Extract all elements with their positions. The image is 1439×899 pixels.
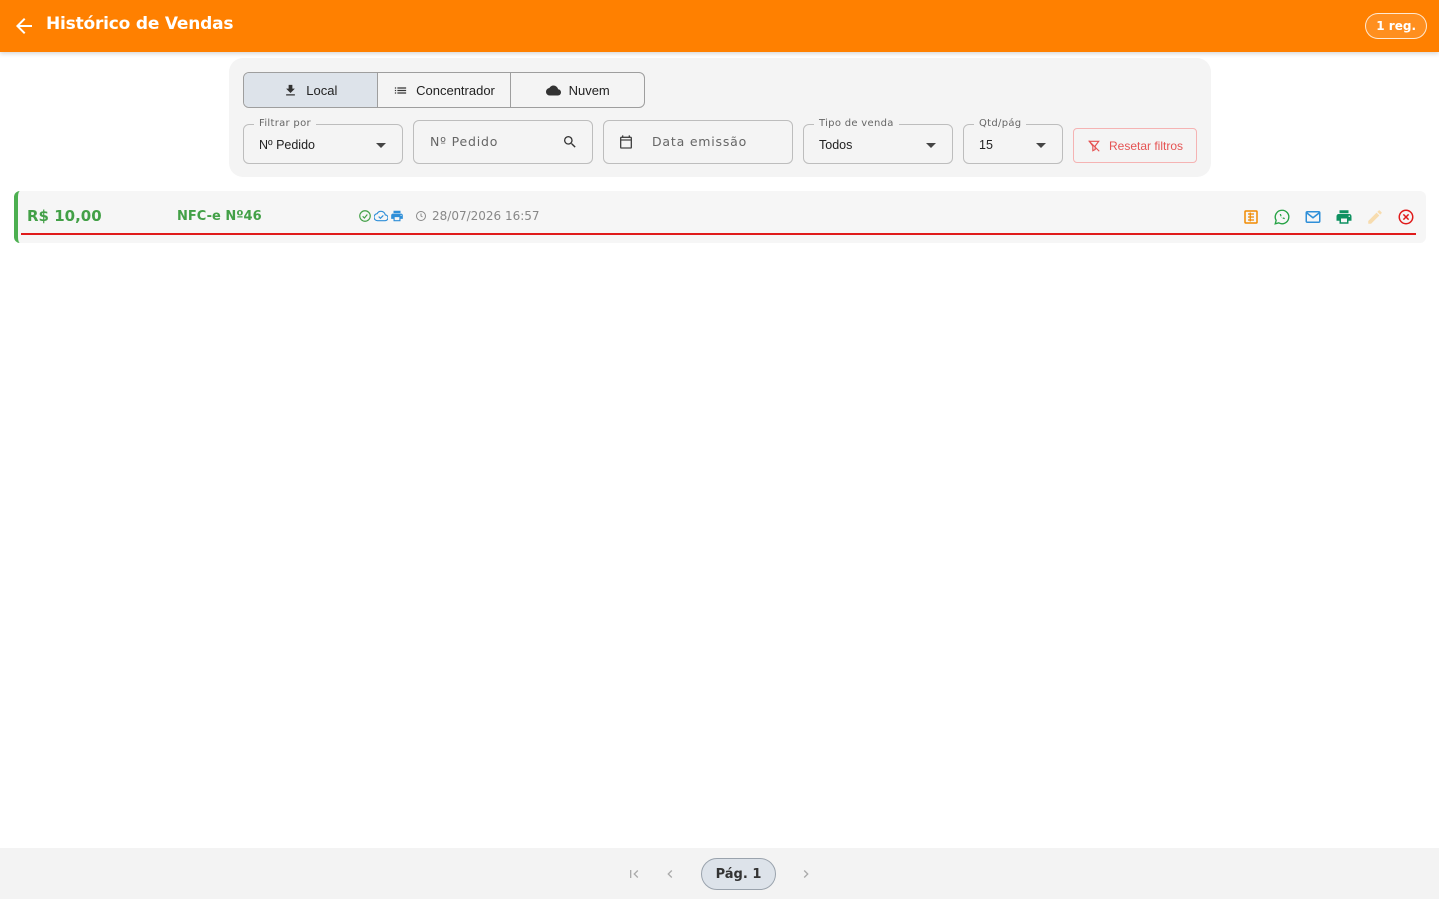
record-count-badge: 1 reg. [1365,13,1427,39]
current-page-chip[interactable]: Pág. 1 [701,858,776,890]
sale-datetime-text: 28/07/2026 16:57 [432,209,540,223]
chevron-down-icon [1036,143,1046,148]
sale-row-divider [21,233,1416,235]
cancel-icon [1398,209,1414,225]
page-title: Histórico de Vendas [46,14,234,34]
cloud-done-icon [374,210,388,222]
order-search-placeholder: Nº Pedido [430,134,499,149]
filter-panel: Local Concentrador Nuvem Filtrar por Nº … [229,58,1211,177]
calendar-icon [620,135,632,149]
print-button[interactable] [1334,207,1354,227]
edit-icon [1368,210,1382,224]
tab-nuvem[interactable]: Nuvem [511,73,644,107]
edit-button[interactable] [1365,207,1385,227]
cloud-icon [545,85,561,95]
tab-concentrador-label: Concentrador [416,82,495,98]
sale-type-value: Todos [819,138,853,152]
sale-datetime: 28/07/2026 16:57 [415,209,540,223]
tab-nuvem-label: Nuvem [568,82,610,98]
sale-status-icons [358,209,404,223]
reset-filters-label: Resetar filtros [1108,138,1184,153]
first-page-icon [630,870,639,878]
list-icon [394,86,407,94]
check-circle-icon [359,210,371,222]
filter-by-label: Filtrar por [254,118,316,129]
email-icon [1305,211,1321,223]
emission-date-placeholder: Data emissão [652,134,748,149]
sale-list-item[interactable]: R$ 10,00 NFC-e Nº46 28/07/2026 16:57 [14,191,1426,243]
reset-filters-button[interactable]: Resetar filtros [1073,128,1197,163]
emission-date-picker[interactable]: Data emissão [603,120,793,164]
receipt-icon [1244,210,1258,224]
chevron-left-icon [667,870,673,878]
sale-document-number: NFC-e Nº46 [177,209,262,224]
per-page-label: Qtd/pág [974,118,1027,129]
source-segmented-control: Local Concentrador Nuvem [243,72,645,108]
sales-history-screen: Histórico de Vendas 1 reg. Local Concent… [0,0,1439,899]
filter-by-value: Nº Pedido [259,138,315,152]
receipt-button[interactable] [1241,207,1261,227]
previous-page-button[interactable] [660,864,680,884]
app-header: Histórico de Vendas 1 reg. [0,0,1439,52]
chevron-down-icon [926,143,936,148]
cancel-sale-button[interactable] [1396,207,1416,227]
next-page-button[interactable] [796,864,816,884]
filter-by-select[interactable]: Filtrar por Nº Pedido [243,118,403,164]
order-number-search[interactable]: Nº Pedido [413,120,593,164]
sale-type-label: Tipo de venda [814,118,899,129]
per-page-value: 15 [979,138,993,152]
download-icon [286,84,296,95]
tab-local[interactable]: Local [244,73,378,107]
email-button[interactable] [1303,207,1323,227]
pagination-bar: Pág. 1 [0,848,1439,899]
sale-amount: R$ 10,00 [27,207,102,225]
search-icon[interactable] [562,134,578,150]
printer-icon [391,210,403,222]
sale-type-select[interactable]: Tipo de venda Todos [803,118,953,164]
whatsapp-icon [1274,209,1290,225]
chevron-right-icon [803,870,809,878]
per-page-select[interactable]: Qtd/pág 15 [963,118,1063,164]
tab-concentrador[interactable]: Concentrador [378,73,512,107]
whatsapp-button[interactable] [1272,207,1292,227]
chevron-down-icon [376,143,386,148]
clock-icon [416,211,426,221]
back-arrow-icon[interactable] [12,14,36,38]
sale-actions [1241,207,1416,227]
first-page-button[interactable] [624,864,644,884]
tab-local-label: Local [306,82,338,98]
print-icon [1336,210,1352,224]
filter-off-icon [1088,139,1100,152]
